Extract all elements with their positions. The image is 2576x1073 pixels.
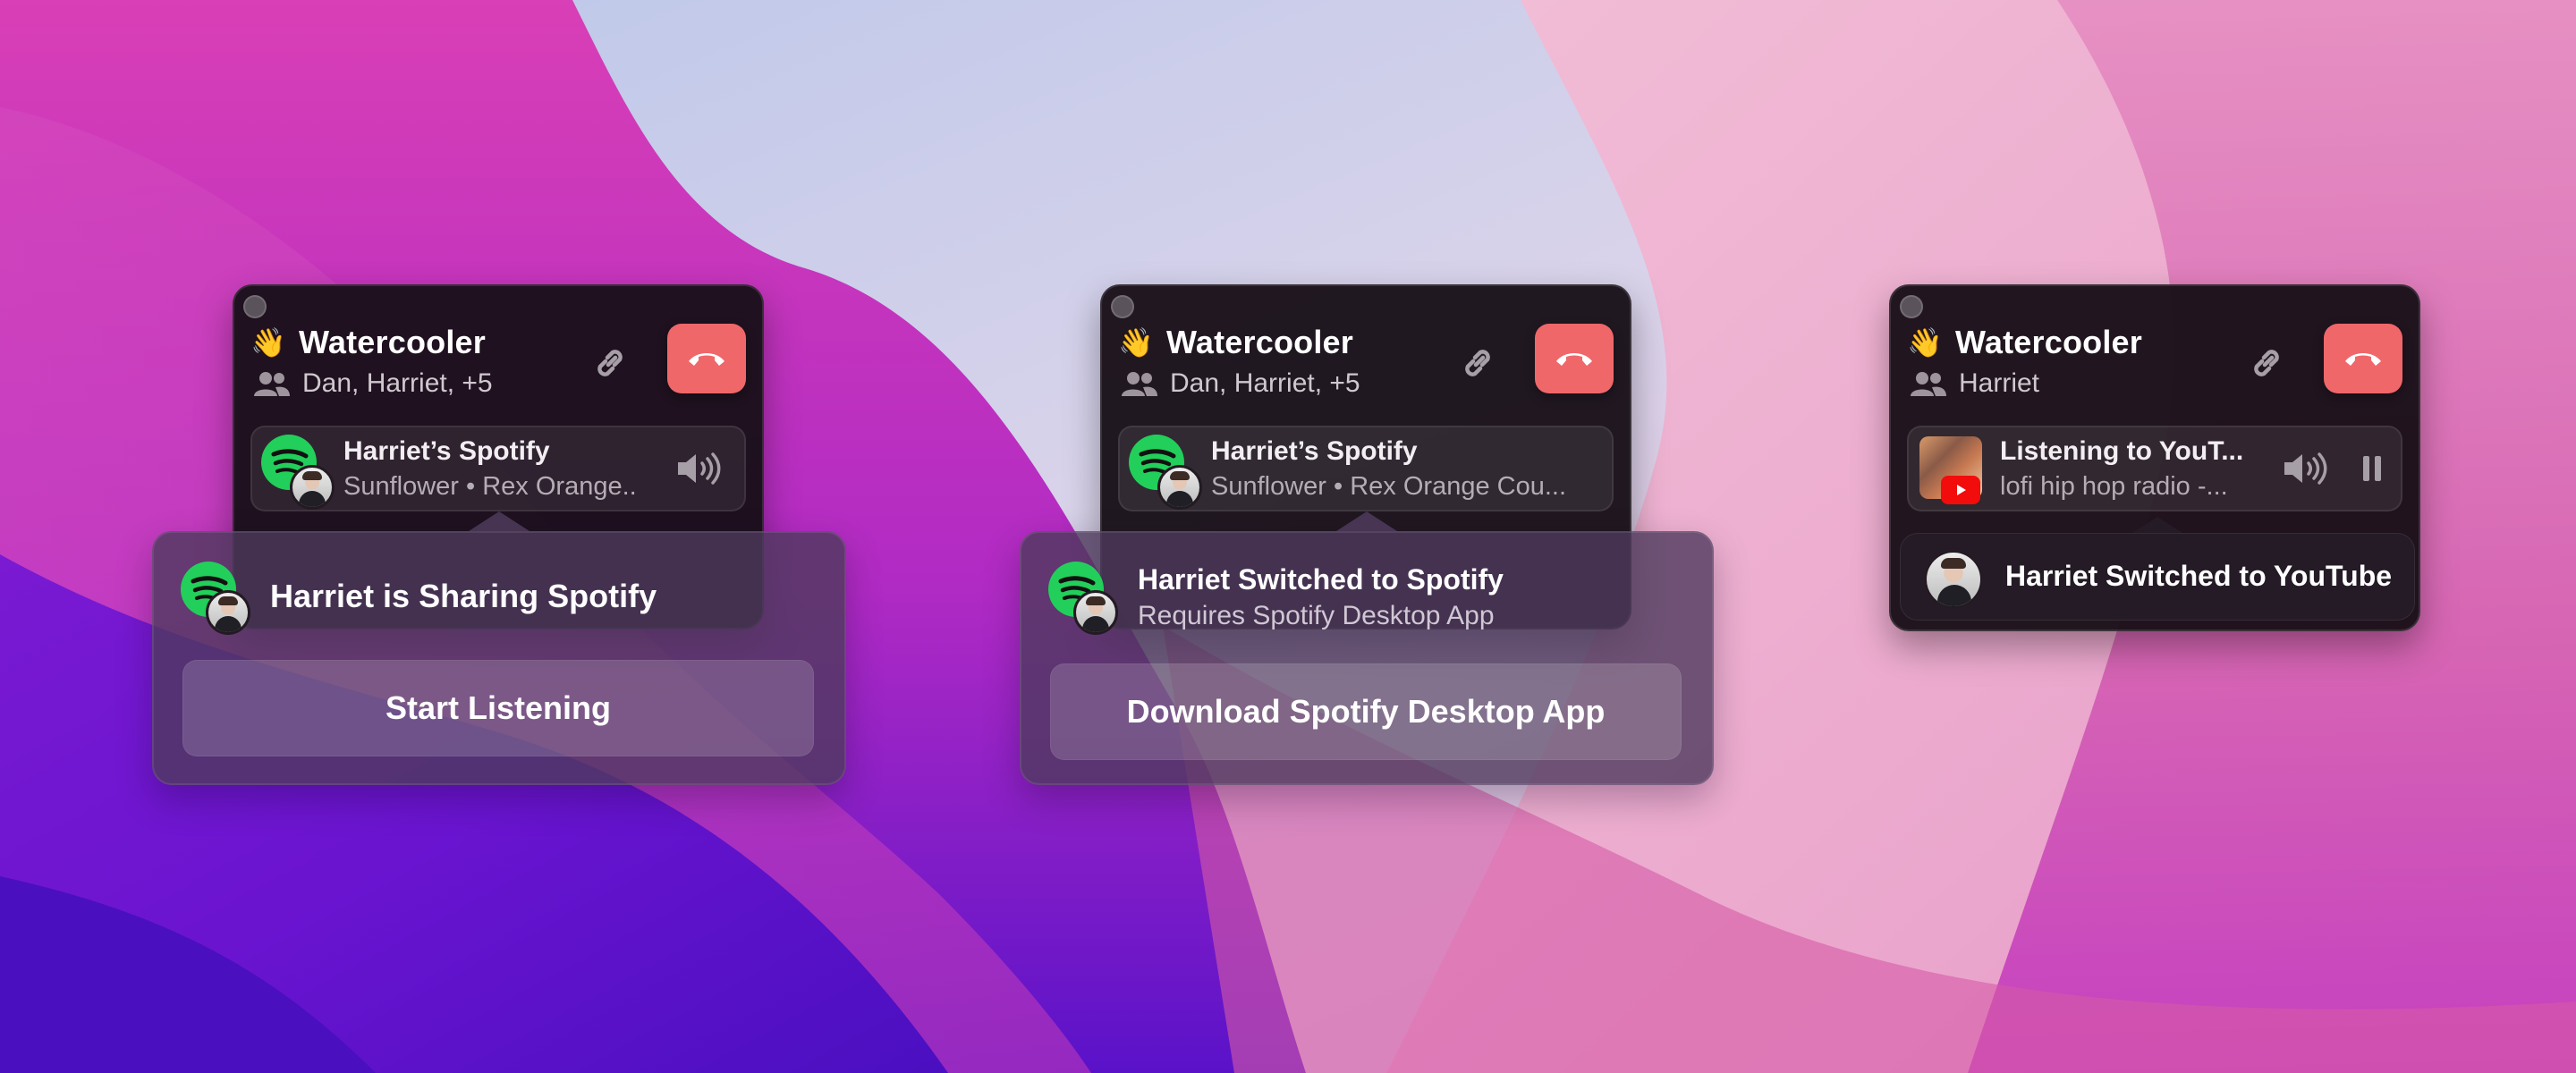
waving-hand-emoji: 👋	[1907, 326, 1944, 359]
participants[interactable]: Harriet	[1911, 368, 2039, 399]
download-spotify-button[interactable]: Download Spotify Desktop App	[1050, 663, 1682, 760]
link-icon	[2254, 350, 2279, 376]
copy-link-button[interactable]	[1451, 336, 1504, 390]
room-title: 👋 Watercooler	[250, 324, 486, 361]
user-avatar	[290, 465, 335, 510]
people-icon	[1122, 370, 1157, 397]
user-avatar	[206, 590, 250, 635]
participants-label: Dan, Harriet, +5	[302, 368, 493, 398]
copy-link-button[interactable]	[583, 336, 637, 390]
close-button[interactable]	[1900, 295, 1923, 318]
now-playing-subtitle: lofi hip hop radio -...	[2000, 472, 2228, 501]
phone-hangup-icon	[689, 353, 724, 366]
popover-notch	[469, 511, 530, 531]
pause-icon	[2363, 456, 2381, 481]
hangup-button[interactable]	[1535, 324, 1614, 393]
participants-label: Dan, Harriet, +5	[1170, 368, 1360, 398]
link-icon	[597, 350, 623, 376]
pause-button[interactable]	[2354, 447, 2390, 490]
user-avatar	[1925, 551, 1982, 608]
participants[interactable]: Dan, Harriet, +5	[1122, 368, 1360, 399]
switched-toast: Harriet Switched to YouTube	[1900, 517, 2415, 621]
waving-hand-emoji: 👋	[250, 326, 287, 359]
user-avatar	[1157, 465, 1202, 510]
toast-notch	[2132, 517, 2182, 533]
phone-hangup-icon	[2345, 353, 2381, 366]
now-playing-subtitle: Sunflower • Rex Orange Cou...	[1211, 472, 1567, 501]
waving-hand-emoji: 👋	[1118, 326, 1155, 359]
now-playing-title: Harriet’s Spotify	[1211, 436, 1418, 466]
app-avatar	[1048, 562, 1120, 635]
now-playing-title: Listening to YouT...	[2000, 436, 2244, 466]
app-avatar	[1919, 436, 1991, 508]
sharing-popover: Harriet is Sharing Spotify Start Listeni…	[152, 511, 846, 785]
room-title: 👋 Watercooler	[1118, 324, 1353, 361]
youtube-icon	[1941, 476, 1980, 504]
now-playing-title: Harriet’s Spotify	[343, 436, 550, 466]
now-playing-subtitle: Sunflower • Rex Orange..	[343, 472, 637, 501]
room-title: 👋 Watercooler	[1907, 324, 2142, 361]
hangup-button[interactable]	[667, 324, 746, 393]
now-playing-card[interactable]: Harriet’s Spotify Sunflower • Rex Orange…	[1118, 426, 1614, 511]
volume-button[interactable]	[674, 449, 724, 488]
room-name: Watercooler	[1955, 324, 2142, 360]
people-icon	[254, 370, 290, 397]
user-avatar	[1073, 590, 1118, 635]
speaker-volume-icon	[2284, 452, 2327, 485]
close-button[interactable]	[243, 295, 267, 318]
popover-subtitle: Requires Spotify Desktop App	[1138, 601, 1495, 630]
room-name: Watercooler	[299, 324, 486, 360]
popover-title: Harriet Switched to Spotify	[1138, 563, 1504, 596]
start-listening-button[interactable]: Start Listening	[182, 660, 814, 756]
volume-button[interactable]	[2281, 449, 2331, 488]
now-playing-card[interactable]: Listening to YouT... lofi hip hop radio …	[1907, 426, 2402, 511]
speaker-volume-icon	[678, 452, 721, 485]
switched-popover: Harriet Switched to Spotify Requires Spo…	[1020, 511, 1714, 785]
app-avatar	[1129, 435, 1202, 510]
close-button[interactable]	[1111, 295, 1134, 318]
now-playing-card[interactable]: Harriet’s Spotify Sunflower • Rex Orange…	[250, 426, 746, 511]
participants-label: Harriet	[1959, 368, 2040, 398]
popover-title: Harriet is Sharing Spotify	[270, 578, 657, 614]
link-icon	[1465, 350, 1490, 376]
app-avatar	[261, 435, 335, 510]
popover-notch	[1336, 511, 1397, 531]
people-icon	[1911, 370, 1946, 397]
copy-link-button[interactable]	[2240, 336, 2293, 390]
hangup-button[interactable]	[2324, 324, 2402, 393]
phone-hangup-icon	[1556, 353, 1592, 366]
app-avatar	[181, 562, 252, 635]
participants[interactable]: Dan, Harriet, +5	[254, 368, 493, 399]
room-name: Watercooler	[1166, 324, 1353, 360]
toast-text: Harriet Switched to YouTube	[2005, 560, 2393, 592]
